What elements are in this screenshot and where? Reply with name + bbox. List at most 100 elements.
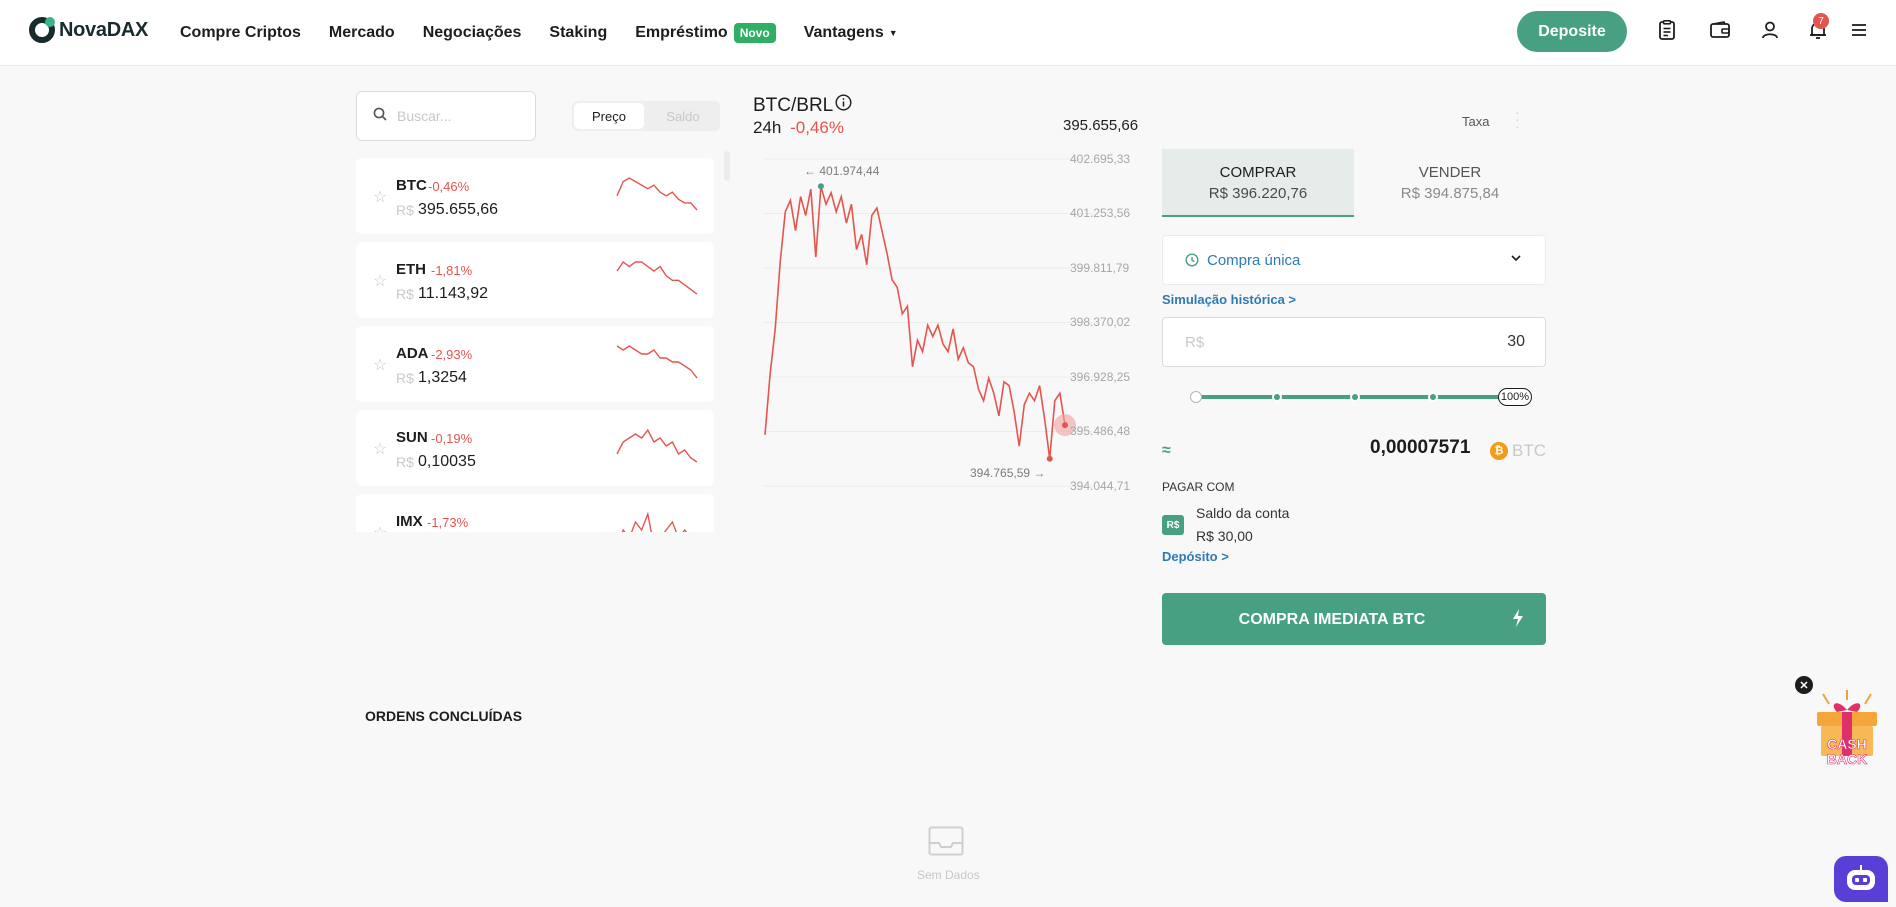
star-icon[interactable]: ☆: [373, 355, 387, 375]
slider-percent-handle[interactable]: 100%: [1498, 388, 1532, 406]
more-options-icon[interactable]: · · ·: [1515, 105, 1520, 133]
coin-card-sun[interactable]: ☆ SUN -0,19% R$ 0,10035: [356, 410, 714, 486]
coin-change: -1,73%: [427, 515, 469, 530]
order-type-value: Compra única: [1207, 252, 1301, 269]
coin-card-eth[interactable]: ☆ ETH -1,81% R$ 11.143,92: [356, 242, 714, 318]
deposit-button[interactable]: Deposite: [1517, 11, 1627, 52]
clock-icon: [1185, 253, 1199, 272]
tab-buy-price: R$ 396.220,76: [1208, 185, 1308, 202]
deposit-link[interactable]: Depósito >: [1162, 549, 1229, 564]
low-marker-label: 394.765,59 →: [970, 466, 1046, 480]
sort-toggle: Preço Saldo: [572, 101, 720, 131]
period-label: 24h: [753, 118, 782, 137]
cashback-widget[interactable]: CASH BACK: [1807, 688, 1887, 772]
slider-step-75[interactable]: [1428, 392, 1438, 402]
bitcoin-icon: ₿: [1490, 442, 1508, 460]
y-tick-label: 401.253,56: [1070, 206, 1131, 220]
top-navigation-bar: NovaDAX Compre Criptos Mercado Negociaçõ…: [0, 0, 1896, 66]
tab-buy[interactable]: COMPRAR R$ 396.220,76: [1162, 149, 1354, 217]
nav-staking[interactable]: Staking: [549, 24, 607, 42]
notification-count-badge: 7: [1813, 13, 1829, 29]
coin-card-btc[interactable]: ☆ BTC -0,46% R$ 395.655,66: [356, 158, 714, 234]
high-marker-value: 401.974,44: [819, 164, 880, 178]
fee-link[interactable]: Taxa: [1462, 114, 1489, 129]
slider-step-50[interactable]: [1350, 392, 1360, 402]
coin-card-imx[interactable]: ☆ IMX -1,73%: [356, 494, 714, 532]
tab-sell[interactable]: VENDER R$ 394.875,84: [1354, 149, 1546, 217]
amount-slider[interactable]: 100%: [1190, 388, 1532, 406]
last-price-point: [1062, 422, 1068, 429]
amount-field: R$: [1162, 317, 1546, 367]
orders-icon[interactable]: [1657, 20, 1677, 40]
market-search: [356, 91, 536, 141]
chevron-down-icon: [1509, 251, 1523, 270]
slider-step-25[interactable]: [1272, 392, 1282, 402]
star-icon[interactable]: ☆: [373, 439, 387, 459]
sparkline-line: [616, 260, 698, 295]
nav-mercado[interactable]: Mercado: [329, 24, 395, 42]
amount-input[interactable]: [1325, 333, 1525, 351]
coin-currency-prefix: R$: [396, 370, 414, 386]
star-icon[interactable]: ☆: [373, 271, 387, 291]
tab-sell-price: R$ 394.875,84: [1400, 185, 1500, 202]
estimated-unit: BTC: [1512, 441, 1546, 460]
instant-buy-label: COMPRA IMEDIATA BTC: [1238, 611, 1426, 628]
account-balance-label: Saldo da conta: [1196, 505, 1290, 521]
sort-tab-preco[interactable]: Preço: [574, 103, 644, 129]
sparkline-chart: [621, 512, 688, 532]
nav-emprestimo[interactable]: Empréstimo Novo: [635, 23, 776, 43]
nav-vantagens-label: Vantagens: [803, 24, 884, 41]
y-tick-label: 395.486,48: [1070, 424, 1131, 438]
sort-tab-saldo[interactable]: Saldo: [648, 103, 718, 129]
coin-currency-prefix: R$: [396, 286, 414, 302]
search-input[interactable]: [397, 108, 517, 124]
empty-inbox-icon: [928, 826, 964, 861]
star-icon[interactable]: ☆: [373, 187, 387, 207]
coin-symbol: IMX: [396, 513, 423, 530]
novo-badge: Novo: [733, 23, 776, 43]
novadax-logo[interactable]: NovaDAX: [29, 17, 148, 43]
user-icon[interactable]: [1760, 20, 1780, 40]
list-scrollbar[interactable]: [724, 151, 730, 181]
y-tick-label: 396.928,25: [1070, 370, 1131, 384]
amount-currency-prefix: R$: [1185, 334, 1205, 351]
coin-list: ☆ BTC -0,46% R$ 395.655,66 ☆ ETH -1,81% …: [356, 158, 714, 532]
coin-change: -0,19%: [431, 431, 473, 446]
pair-label: BTC/BRL: [753, 94, 834, 116]
order-type-select[interactable]: Compra única: [1162, 235, 1546, 285]
pair-title: BTC/BRL: [753, 94, 852, 117]
nav-negociacoes[interactable]: Negociações: [423, 24, 522, 42]
coin-change: -0,46%: [428, 179, 470, 194]
info-icon[interactable]: [835, 94, 852, 117]
gift-box-icon: CASH BACK: [1817, 690, 1877, 767]
approx-icon: ≈: [1162, 442, 1171, 459]
y-tick-label: 402.695,33: [1070, 152, 1131, 166]
low-marker-value: 394.765,59: [970, 466, 1031, 480]
coin-symbol: BTC: [396, 177, 427, 194]
nav-vantagens[interactable]: Vantagens ▼: [804, 24, 898, 42]
instant-buy-button[interactable]: COMPRA IMEDIATA BTC: [1162, 593, 1546, 645]
lightning-icon: [1512, 609, 1524, 632]
cashback-line2: BACK: [1827, 751, 1867, 767]
wallet-icon[interactable]: [1710, 20, 1730, 40]
empty-state-text: Sem Dados: [917, 868, 980, 882]
menu-icon[interactable]: [1849, 20, 1869, 40]
coin-symbol: SUN: [396, 429, 428, 446]
nav-compre-criptos[interactable]: Compre Criptos: [180, 24, 301, 42]
nav-emprestimo-label: Empréstimo: [635, 24, 728, 41]
chat-bot-icon: [1847, 865, 1875, 890]
pay-with-label: PAGAR COM: [1162, 480, 1235, 494]
coin-price: 395.655,66: [418, 201, 499, 218]
historical-simulation-link[interactable]: Simulação histórica >: [1162, 292, 1296, 307]
y-tick-label: 394.044,71: [1070, 479, 1131, 493]
slider-start-knob[interactable]: [1190, 391, 1202, 403]
sparkline-line: [616, 345, 698, 379]
star-icon[interactable]: ☆: [373, 523, 387, 532]
daily-change: 24h -0,46%: [753, 118, 844, 138]
coin-price: 0,10035: [418, 453, 476, 470]
support-chat-button[interactable]: [1834, 856, 1888, 902]
cashback-line1: CASH: [1827, 736, 1867, 752]
main-nav: Compre Criptos Mercado Negociações Staki…: [180, 0, 926, 66]
high-point: [817, 183, 824, 190]
coin-card-ada[interactable]: ☆ ADA -2,93% R$ 1,3254: [356, 326, 714, 402]
